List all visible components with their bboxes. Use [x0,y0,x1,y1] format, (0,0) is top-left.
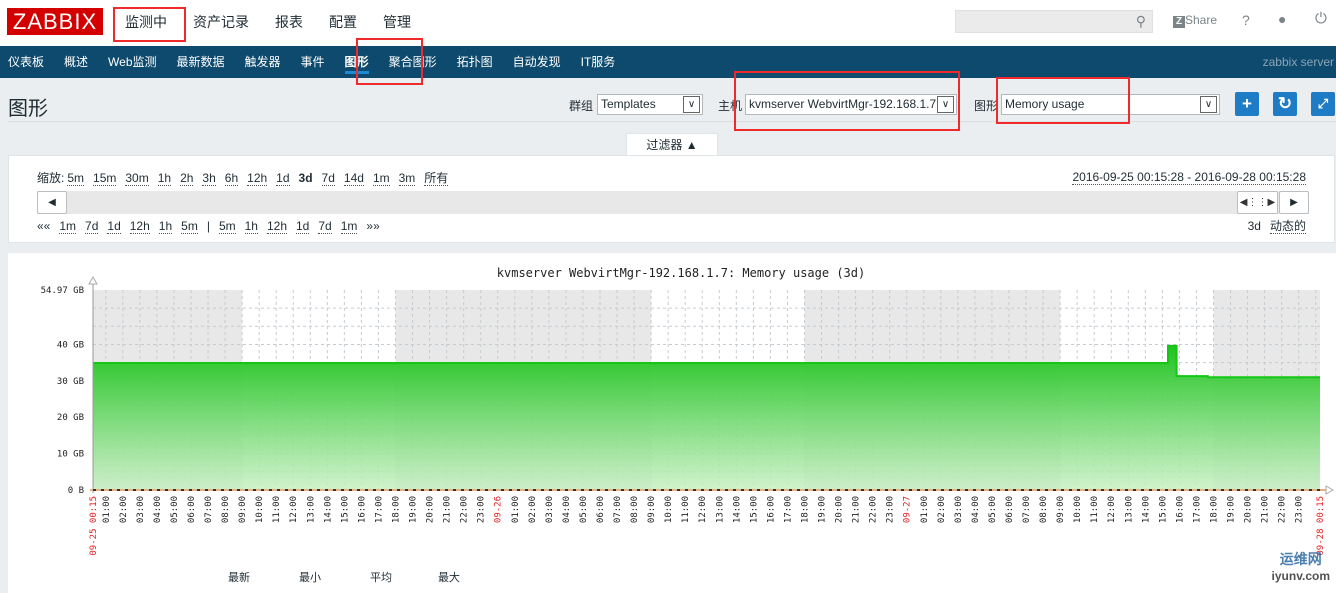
x-tick-label: 09-25 00:15 [89,496,99,556]
x-tick-label: 01:00 [511,496,521,523]
memory-usage-chart[interactable]: kvmserver WebvirtMgr-192.168.1.7: Memory… [0,0,1336,585]
x-tick-label: 19:00 [818,496,828,523]
x-tick-label: 04:00 [562,496,572,523]
x-tick-label: 07:00 [204,496,214,523]
legend-header-min: 最小 [299,571,321,584]
legend-header-avg: 平均 [370,571,392,584]
watermark: 运维网 iyunv.com [1271,551,1330,583]
legend-header-last: 最新 [228,571,250,584]
x-tick-label: 11:00 [272,496,282,523]
x-tick-label: 11:00 [681,496,691,523]
x-tick-label: 05:00 [170,496,180,523]
y-tick-label: 40 GB [57,340,84,350]
x-tick-label: 22:00 [1278,496,1288,523]
x-tick-label: 09:00 [238,496,248,523]
y-tick-label: 30 GB [57,377,84,387]
x-tick-label: 05:00 [579,496,589,523]
legend-headers: 最新 最小 平均 最大 [228,569,460,585]
x-tick-label: 18:00 [800,496,810,523]
x-tick-label: 15:00 [1158,496,1168,523]
x-tick-label: 09-26 [494,496,504,523]
x-tick-label: 03:00 [545,496,555,523]
x-tick-label: 03:00 [136,496,146,523]
x-tick-label: 23:00 [1295,496,1305,523]
x-tick-label: 15:00 [749,496,759,523]
x-tick-label: 12:00 [289,496,299,523]
y-tick-label: 54.97 GB [41,286,84,296]
x-tick-label: 09:00 [1056,496,1066,523]
x-tick-label: 02:00 [937,496,947,523]
x-tick-label: 13:00 [306,496,316,523]
y-tick-label: 10 GB [57,450,84,460]
x-tick-label: 07:00 [1022,496,1032,523]
x-tick-label: 08:00 [630,496,640,523]
x-tick-label: 13:00 [715,496,725,523]
legend-header-max: 最大 [438,571,460,584]
x-tick-label: 13:00 [1124,496,1134,523]
y-tick-label: 20 GB [57,413,84,423]
x-tick-label: 16:00 [357,496,367,523]
x-tick-label: 12:00 [698,496,708,523]
y-tick-label: 0 B [68,486,84,496]
x-tick-label: 04:00 [971,496,981,523]
x-tick-label: 06:00 [1005,496,1015,523]
x-tick-label: 20:00 [835,496,845,523]
x-tick-label: 19:00 [409,496,419,523]
x-tick-label: 14:00 [732,496,742,523]
x-tick-label: 17:00 [374,496,384,523]
x-tick-label: 17:00 [1192,496,1202,523]
x-tick-label: 09-27 [903,496,913,523]
x-tick-label: 09-28 00:15 [1316,496,1326,556]
x-tick-label: 20:00 [1244,496,1254,523]
x-tick-label: 20:00 [426,496,436,523]
x-tick-label: 05:00 [988,496,998,523]
x-tick-label: 21:00 [443,496,453,523]
x-tick-label: 14:00 [323,496,333,523]
x-tick-label: 10:00 [255,496,265,523]
x-tick-label: 22:00 [869,496,879,523]
x-tick-label: 11:00 [1090,496,1100,523]
x-tick-label: 10:00 [664,496,674,523]
x-tick-label: 03:00 [954,496,964,523]
x-tick-label: 23:00 [477,496,487,523]
x-tick-label: 16:00 [766,496,776,523]
x-tick-label: 22:00 [460,496,470,523]
x-tick-label: 01:00 [102,496,112,523]
x-tick-label: 12:00 [1107,496,1117,523]
x-tick-label: 06:00 [187,496,197,523]
x-tick-label: 06:00 [596,496,606,523]
y-axis-arrow-icon [88,275,98,285]
x-tick-label: 21:00 [852,496,862,523]
x-tick-label: 02:00 [119,496,129,523]
x-tick-label: 15:00 [340,496,350,523]
x-tick-label: 14:00 [1141,496,1151,523]
x-tick-label: 10:00 [1073,496,1083,523]
x-tick-label: 07:00 [613,496,623,523]
x-tick-label: 09:00 [647,496,657,523]
x-tick-label: 18:00 [1209,496,1219,523]
x-axis-arrow-icon [1325,485,1335,495]
x-tick-label: 18:00 [391,496,401,523]
chart-title: kvmserver WebvirtMgr-192.168.1.7: Memory… [497,266,865,280]
x-tick-label: 16:00 [1175,496,1185,523]
x-tick-label: 19:00 [1227,496,1237,523]
x-tick-label: 17:00 [783,496,793,523]
x-tick-label: 21:00 [1261,496,1271,523]
x-tick-label: 01:00 [920,496,930,523]
x-tick-label: 08:00 [221,496,231,523]
x-tick-label: 04:00 [153,496,163,523]
x-tick-label: 23:00 [886,496,896,523]
x-tick-label: 02:00 [528,496,538,523]
memory-area [93,345,1320,490]
x-tick-label: 08:00 [1039,496,1049,523]
